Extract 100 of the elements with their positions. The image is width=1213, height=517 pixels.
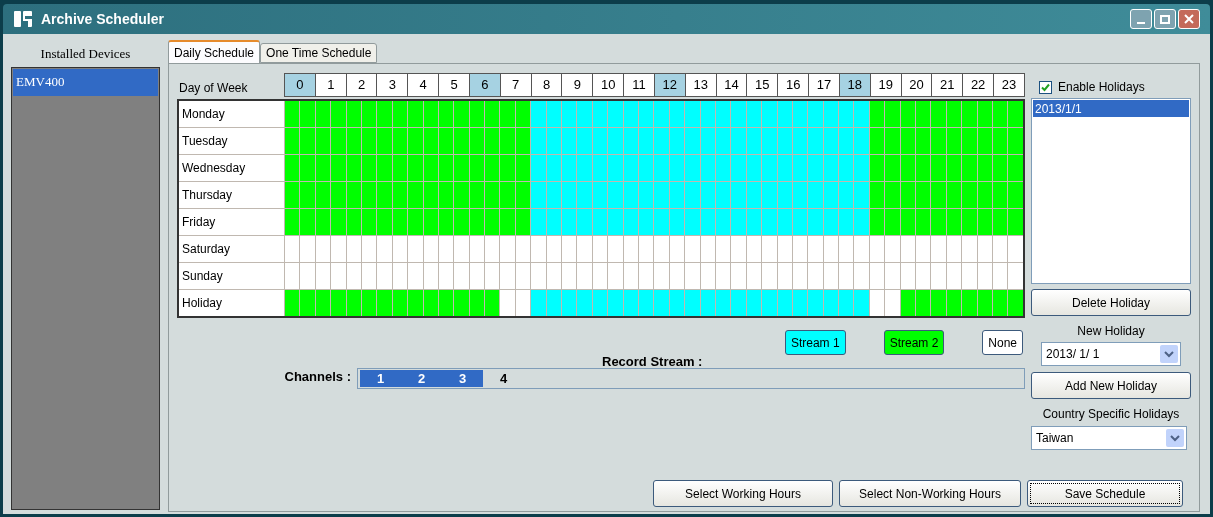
hour-header[interactable]: 19 — [869, 73, 902, 97]
hour-header[interactable]: 9 — [561, 73, 594, 97]
schedule-slot[interactable] — [623, 263, 638, 289]
schedule-slot[interactable] — [531, 236, 546, 262]
schedule-slot[interactable] — [285, 128, 300, 154]
schedule-slot[interactable] — [423, 128, 438, 154]
schedule-slot[interactable] — [977, 155, 992, 181]
schedule-slot[interactable] — [946, 128, 962, 154]
schedule-slot[interactable] — [592, 155, 608, 181]
schedule-slot[interactable] — [531, 101, 546, 127]
schedule-slot[interactable] — [423, 236, 438, 262]
schedule-slot[interactable] — [1008, 236, 1023, 262]
schedule-slot[interactable] — [746, 128, 762, 154]
schedule-slot[interactable] — [438, 182, 454, 208]
schedule-slot[interactable] — [869, 209, 885, 235]
schedule-slot[interactable] — [654, 128, 669, 154]
schedule-slot[interactable] — [469, 209, 485, 235]
schedule-slot[interactable] — [931, 290, 946, 316]
schedule-slot[interactable] — [392, 128, 408, 154]
schedule-slot[interactable] — [285, 236, 300, 262]
schedule-slot[interactable] — [592, 263, 608, 289]
schedule-slot[interactable] — [931, 209, 946, 235]
schedule-slot[interactable] — [746, 263, 762, 289]
schedule-slot[interactable] — [762, 290, 777, 316]
schedule-slot[interactable] — [685, 236, 700, 262]
schedule-slot[interactable] — [700, 263, 715, 289]
schedule-slot[interactable] — [608, 182, 623, 208]
schedule-slot[interactable] — [885, 128, 900, 154]
schedule-slot[interactable] — [808, 290, 823, 316]
minimize-icon[interactable] — [1130, 9, 1152, 29]
schedule-slot[interactable] — [515, 236, 531, 262]
schedule-slot[interactable] — [746, 236, 762, 262]
schedule-slot[interactable] — [377, 290, 392, 316]
schedule-slot[interactable] — [1008, 155, 1023, 181]
schedule-slot[interactable] — [331, 263, 346, 289]
schedule-slot[interactable] — [962, 209, 977, 235]
schedule-slot[interactable] — [1008, 290, 1023, 316]
schedule-slot[interactable] — [992, 263, 1008, 289]
schedule-slot[interactable] — [639, 155, 654, 181]
schedule-slot[interactable] — [331, 209, 346, 235]
schedule-slot[interactable] — [916, 236, 931, 262]
schedule-slot[interactable] — [654, 209, 669, 235]
schedule-slot[interactable] — [700, 290, 715, 316]
schedule-slot[interactable] — [916, 101, 931, 127]
schedule-slot[interactable] — [531, 290, 546, 316]
hour-header[interactable]: 5 — [438, 73, 470, 97]
schedule-slot[interactable] — [623, 290, 638, 316]
schedule-slot[interactable] — [515, 155, 531, 181]
schedule-slot[interactable] — [885, 155, 900, 181]
hour-header[interactable]: 3 — [376, 73, 409, 97]
schedule-slot[interactable] — [577, 209, 592, 235]
schedule-slot[interactable] — [977, 263, 992, 289]
schedule-slot[interactable] — [546, 290, 562, 316]
schedule-slot[interactable] — [454, 128, 469, 154]
schedule-slot[interactable] — [731, 290, 746, 316]
schedule-slot[interactable] — [515, 128, 531, 154]
save-schedule-button[interactable]: Save Schedule — [1027, 480, 1183, 507]
schedule-slot[interactable] — [823, 155, 839, 181]
schedule-slot[interactable] — [731, 128, 746, 154]
schedule-slot[interactable] — [962, 263, 977, 289]
stream-option[interactable]: Stream 1 — [784, 330, 846, 355]
schedule-slot[interactable] — [931, 128, 946, 154]
schedule-slot[interactable] — [577, 101, 592, 127]
schedule-slot[interactable] — [916, 155, 931, 181]
schedule-slot[interactable] — [731, 236, 746, 262]
schedule-slot[interactable] — [885, 290, 900, 316]
schedule-slot[interactable] — [946, 182, 962, 208]
schedule-slot[interactable] — [454, 155, 469, 181]
schedule-slot[interactable] — [654, 263, 669, 289]
schedule-slot[interactable] — [746, 101, 762, 127]
schedule-slot[interactable] — [300, 155, 315, 181]
schedule-slot[interactable] — [854, 128, 869, 154]
schedule-slot[interactable] — [423, 101, 438, 127]
schedule-slot[interactable] — [531, 263, 546, 289]
schedule-slot[interactable] — [300, 209, 315, 235]
schedule-slot[interactable] — [669, 263, 685, 289]
schedule-slot[interactable] — [346, 128, 361, 154]
schedule-slot[interactable] — [1008, 263, 1023, 289]
schedule-slot[interactable] — [792, 290, 808, 316]
schedule-slot[interactable] — [469, 290, 485, 316]
schedule-slot[interactable] — [562, 236, 577, 262]
hour-header[interactable]: 13 — [684, 73, 717, 97]
schedule-slot[interactable] — [608, 236, 623, 262]
schedule-slot[interactable] — [777, 290, 792, 316]
schedule-slot[interactable] — [869, 290, 885, 316]
schedule-slot[interactable] — [346, 101, 361, 127]
schedule-slot[interactable] — [315, 182, 331, 208]
schedule-slot[interactable] — [977, 101, 992, 127]
schedule-slot[interactable] — [346, 263, 361, 289]
schedule-slot[interactable] — [885, 182, 900, 208]
schedule-slot[interactable] — [885, 209, 900, 235]
schedule-slot[interactable] — [331, 128, 346, 154]
hour-header[interactable]: 22 — [962, 73, 995, 97]
hour-header[interactable]: 15 — [746, 73, 779, 97]
hour-header[interactable]: 18 — [838, 73, 871, 97]
schedule-slot[interactable] — [346, 182, 361, 208]
schedule-slot[interactable] — [500, 236, 515, 262]
schedule-slot[interactable] — [777, 128, 792, 154]
schedule-slot[interactable] — [900, 128, 915, 154]
schedule-slot[interactable] — [285, 101, 300, 127]
